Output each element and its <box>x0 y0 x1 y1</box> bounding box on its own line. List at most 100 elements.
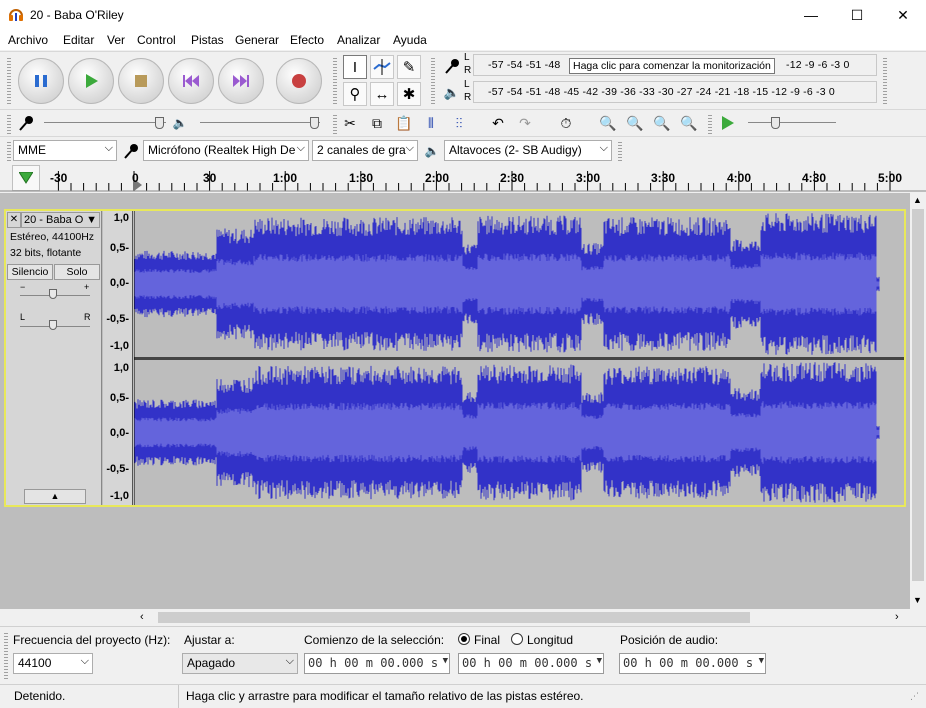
input-volume-thumb[interactable] <box>155 117 164 129</box>
vertical-scroll-thumb[interactable] <box>912 209 924 581</box>
undo-button[interactable]: ↶ <box>486 112 510 134</box>
playback-device-select[interactable]: Altavoces (2- SB Audigy) ⌵ <box>444 140 612 161</box>
ruler-label: 0 <box>132 171 139 185</box>
record-meter-button[interactable] <box>440 55 464 77</box>
chevron-up-icon[interactable]: ▲ <box>913 195 922 205</box>
toolbar-grip[interactable] <box>7 140 11 162</box>
track-area[interactable]: ✕ 20 - Baba O ▼ Estéreo, 44100Hz 32 bits,… <box>0 193 910 609</box>
zoom-in-button[interactable]: 🔍 <box>596 112 620 134</box>
toolbar-grip[interactable] <box>883 56 887 106</box>
length-radio[interactable] <box>511 633 523 645</box>
redo-button[interactable]: ↷ <box>513 112 537 134</box>
toolbar-grip[interactable] <box>431 56 435 106</box>
microphone-icon <box>445 59 459 74</box>
selection-start-time[interactable]: 00 h 00 m 00.000 s ▼ <box>304 653 450 674</box>
vertical-scrollbar[interactable]: ▲ ▼ <box>910 193 926 609</box>
menu-efecto[interactable]: Efecto <box>290 33 324 47</box>
menu-ayuda[interactable]: Ayuda <box>393 33 427 47</box>
audio-track[interactable]: ✕ 20 - Baba O ▼ Estéreo, 44100Hz 32 bits,… <box>4 209 906 507</box>
menu-ver[interactable]: Ver <box>107 33 125 47</box>
solo-button[interactable]: Solo <box>54 264 100 280</box>
menu-archivo[interactable]: Archivo <box>8 33 48 47</box>
pan-thumb[interactable] <box>49 320 57 330</box>
recording-channels-select[interactable]: 2 canales de gra ⌵ <box>312 140 418 161</box>
paste-button[interactable]: 📋 <box>392 112 416 134</box>
gain-thumb[interactable] <box>49 289 57 299</box>
audio-position-time[interactable]: 00 h 00 m 00.000 s ▼ <box>619 653 766 674</box>
selection-tool-button[interactable]: I <box>343 55 367 79</box>
record-button[interactable] <box>276 58 322 104</box>
toolbar-grip[interactable] <box>7 56 11 106</box>
toolbar-grip[interactable] <box>708 113 712 134</box>
envelope-icon <box>373 59 391 75</box>
stop-button[interactable] <box>118 58 164 104</box>
triangle-down-icon[interactable]: ▼ <box>443 656 448 666</box>
play-meter[interactable]: -57 -54 -51 -48 -45 -42 -39 -36 -33 -30 … <box>473 81 877 103</box>
horizontal-scroll-thumb[interactable] <box>158 612 750 623</box>
toolbar-grip[interactable] <box>4 631 8 681</box>
chevron-right-icon[interactable]: › <box>895 611 899 623</box>
draw-tool-button[interactable]: ✎ <box>397 55 421 79</box>
snap-to-select[interactable]: Apagado ⌵ <box>182 653 298 674</box>
time-shift-tool-button[interactable]: ↔ <box>370 82 394 106</box>
skip-to-start-button[interactable] <box>168 58 214 104</box>
play-speed-thumb[interactable] <box>771 117 780 129</box>
menu-analizar[interactable]: Analizar <box>337 33 380 47</box>
track-close-button[interactable]: ✕ <box>7 212 21 228</box>
selection-end-time[interactable]: 00 h 00 m 00.000 s ▼ <box>458 653 604 674</box>
play-meter-button[interactable]: 🔈 <box>440 82 464 104</box>
recording-device-select[interactable]: Micrófono (Realtek High De ⌵ <box>143 140 309 161</box>
output-volume-icon-button: 🔈 <box>168 112 192 134</box>
cut-button[interactable]: ✂ <box>338 112 362 134</box>
end-radio[interactable] <box>458 633 470 645</box>
resize-grip-icon[interactable]: ⋰ <box>910 691 919 702</box>
collapse-track-button[interactable]: ▲ <box>24 489 86 504</box>
audio-host-select[interactable]: MME ⌵ <box>13 140 117 161</box>
toolbar-grip[interactable] <box>618 140 622 162</box>
trim-audio-button[interactable]: ⫴ <box>419 112 443 134</box>
scale-label: -0,5- <box>106 313 129 325</box>
horizontal-scrollbar[interactable]: ‹ › <box>130 609 910 626</box>
ruler-label: 4:30 <box>802 171 827 185</box>
copy-button[interactable]: ⧉ <box>365 112 389 134</box>
maximize-button[interactable]: ☐ <box>834 0 880 30</box>
vertical-scale[interactable]: 1,0 0,5- 0,0- -0,5- -1,0 1,0 0,5- 0,0- -… <box>103 211 133 505</box>
record-meter[interactable]: -57 -54 -51 -48 -12 -9 -6 -3 0 Haga clic… <box>473 54 877 76</box>
triangle-down-icon[interactable]: ▼ <box>597 656 602 666</box>
track-menu-button[interactable]: 20 - Baba O ▼ <box>21 212 100 228</box>
speaker-icon: 🔈 <box>443 85 461 100</box>
fit-selection-button[interactable]: 🔍 <box>650 112 674 134</box>
input-volume-slider[interactable] <box>44 122 166 123</box>
mute-button[interactable]: Silencio <box>7 264 53 280</box>
chevron-left-icon[interactable]: ‹ <box>140 611 144 623</box>
menu-editar[interactable]: Editar <box>63 33 94 47</box>
toolbar-grip[interactable] <box>333 56 337 106</box>
project-rate-select[interactable]: 44100 ⌵ <box>13 653 93 674</box>
output-volume-thumb[interactable] <box>310 117 319 129</box>
envelope-tool-button[interactable] <box>370 55 394 79</box>
output-volume-slider[interactable] <box>200 122 320 123</box>
toolbar-grip[interactable] <box>333 113 337 134</box>
chevron-down-icon[interactable]: ▼ <box>913 595 922 605</box>
sync-lock-button[interactable]: ⏱ <box>554 112 578 134</box>
close-window-button[interactable]: ✕ <box>880 0 926 30</box>
play-button[interactable] <box>68 58 114 104</box>
waveform[interactable] <box>134 211 904 505</box>
play-meter-ticks: -57 -54 -51 -48 -45 -42 -39 -36 -33 -30 … <box>488 86 835 98</box>
silence-audio-button[interactable]: ⫶⫶ <box>446 112 472 134</box>
menu-control[interactable]: Control <box>137 33 176 47</box>
menu-generar[interactable]: Generar <box>235 33 279 47</box>
fit-project-button[interactable]: 🔍 <box>677 112 701 134</box>
pause-button[interactable] <box>18 58 64 104</box>
skip-to-end-button[interactable] <box>218 58 264 104</box>
menu-pistas[interactable]: Pistas <box>191 33 224 47</box>
play-at-speed-button[interactable] <box>715 112 739 134</box>
play-speed-slider[interactable] <box>748 122 836 123</box>
triangle-down-icon[interactable]: ▼ <box>759 656 764 666</box>
timeline-ruler[interactable]: -30 0 30 1:00 1:30 2:00 2:30 3:00 3:30 4… <box>0 165 926 192</box>
minimize-button[interactable]: — <box>788 0 834 30</box>
multi-tool-button[interactable]: ✱ <box>397 82 421 106</box>
toolbar-grip[interactable] <box>7 113 11 134</box>
zoom-out-button[interactable]: 🔍 <box>623 112 647 134</box>
zoom-tool-button[interactable]: ⚲ <box>343 82 367 106</box>
